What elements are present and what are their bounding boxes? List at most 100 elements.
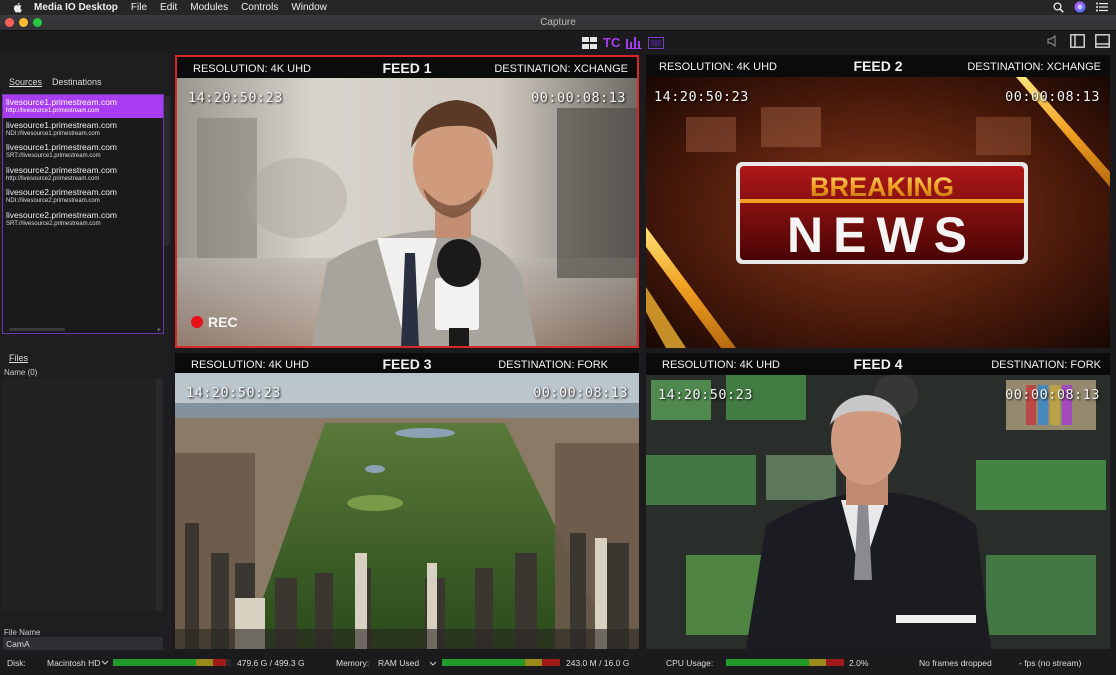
source-host: livesource1.primestream.com xyxy=(6,142,118,152)
source-url: SRT://livesource1.primestream.com xyxy=(6,153,101,159)
fps-status: - fps (no stream) xyxy=(1019,658,1082,668)
source-list-horizontal-scrollbar[interactable] xyxy=(9,328,65,331)
meter-segment xyxy=(442,659,525,666)
source-host: livesource1.primestream.com xyxy=(6,97,118,107)
source-item[interactable]: livesource2.primestream.com SRT://liveso… xyxy=(3,208,163,231)
source-list: livesource1.primestream.com http://lives… xyxy=(2,94,164,334)
meter-segment xyxy=(195,659,214,666)
zoom-window-button[interactable] xyxy=(33,18,42,27)
feed-destination: DESTINATION: XCHANGE xyxy=(967,61,1101,73)
source-url: SRT://livesource2.primestream.com xyxy=(6,220,101,227)
feed-timecode-right: 00:00:08:13 xyxy=(531,90,626,106)
feed-timecode-right: 00:00:08:13 xyxy=(1005,89,1100,105)
reporter-video-frame xyxy=(177,78,637,346)
menu-file[interactable]: File xyxy=(131,2,147,13)
menu-edit[interactable]: Edit xyxy=(160,2,177,13)
notification-center-icon[interactable] xyxy=(1096,2,1108,12)
feed-timecode-left: 14:20:50:23 xyxy=(658,387,753,403)
feed-4-panel[interactable]: RESOLUTION: 4K UHD FEED 4 DESTINATION: F… xyxy=(646,353,1110,649)
cpu-usage-meter xyxy=(726,659,844,666)
source-host: livesource2.primestream.com xyxy=(6,187,118,197)
feed-timecode-right: 00:00:08:13 xyxy=(1005,387,1100,403)
source-host: livesource2.primestream.com xyxy=(6,209,118,220)
tab-destinations[interactable]: Destinations xyxy=(52,77,102,87)
window-title: Capture xyxy=(540,17,576,28)
add-source-icon[interactable]: + xyxy=(157,327,161,334)
siri-icon[interactable] xyxy=(1074,1,1086,13)
feed-destination: DESTINATION: FORK xyxy=(498,359,608,371)
toggle-sidebar-icon[interactable] xyxy=(1070,34,1085,48)
feed-timecode-left: 14:20:50:23 xyxy=(188,90,283,106)
disk-volume-select[interactable]: Macintosh HD xyxy=(47,658,109,668)
source-host: livesource2.primestream.com xyxy=(6,164,118,175)
audio-levels-icon[interactable] xyxy=(626,36,643,49)
source-item[interactable]: livesource1.primestream.com http://lives… xyxy=(3,95,163,118)
minimize-window-button[interactable] xyxy=(19,18,28,27)
feed-1-panel[interactable]: RESOLUTION: 4K UHD FEED 1 DESTINATION: X… xyxy=(175,55,639,348)
feed-destination: DESTINATION: FORK xyxy=(991,359,1101,371)
source-host: livesource1.primestream.com xyxy=(6,119,118,130)
window-title-bar: Capture xyxy=(0,15,1116,31)
toggle-bottom-panel-icon[interactable] xyxy=(1095,34,1110,48)
memory-chevron-down-icon[interactable] xyxy=(429,661,437,667)
disk-label: Disk: xyxy=(7,658,26,668)
app-window: Media IO Desktop File Edit Modules Contr… xyxy=(0,0,1116,675)
grid-view-icon[interactable] xyxy=(582,36,597,49)
frames-dropped-status: No frames dropped xyxy=(919,658,992,668)
meter-segment xyxy=(726,659,809,666)
source-item[interactable]: livesource1.primestream.com SRT://liveso… xyxy=(3,140,163,163)
source-url: NDI://livesource2.primestream.com xyxy=(6,198,100,204)
disk-usage-meter xyxy=(113,659,231,666)
source-item[interactable]: livesource2.primestream.com http://lives… xyxy=(3,163,163,186)
status-bar: Disk: Macintosh HD 479.6 G / 499.3 G Mem… xyxy=(0,653,1116,675)
cpu-label: CPU Usage: xyxy=(666,658,714,668)
tab-sources[interactable]: Sources xyxy=(9,77,42,87)
feed-3-video: 14:20:50:23 00:00:08:13 xyxy=(175,373,639,649)
close-window-button[interactable] xyxy=(5,18,14,27)
chevron-down-icon xyxy=(102,660,109,665)
source-url: http://livesource2.primestream.com xyxy=(6,175,100,182)
safe-area-icon[interactable] xyxy=(648,36,665,49)
memory-usage-meter xyxy=(442,659,560,666)
files-scrollbar[interactable] xyxy=(156,379,162,611)
file-name-input[interactable] xyxy=(3,637,163,650)
memory-type-label: RAM Used xyxy=(378,658,420,668)
banner-bottom-text: NEWS xyxy=(787,207,977,263)
menu-window[interactable]: Window xyxy=(291,2,327,13)
feed-3-panel[interactable]: RESOLUTION: 4K UHD FEED 3 DESTINATION: F… xyxy=(175,353,639,649)
feed-1-video: 14:20:50:23 00:00:08:13 REC xyxy=(177,78,637,346)
meter-segment xyxy=(213,659,227,666)
feed-timecode-left: 14:20:50:23 xyxy=(654,89,749,105)
city-park-video-frame xyxy=(175,373,639,649)
meter-segment xyxy=(524,659,543,666)
menu-bar: Media IO Desktop File Edit Modules Contr… xyxy=(0,0,1116,15)
feed-timecode-left: 14:20:50:23 xyxy=(186,385,281,401)
source-url: http://livesource1.primestream.com xyxy=(6,108,100,114)
source-item[interactable]: livesource2.primestream.com NDI://liveso… xyxy=(3,185,163,208)
source-list-vertical-scrollbar[interactable] xyxy=(164,96,170,246)
files-header[interactable]: Files xyxy=(9,353,28,363)
file-name-label: File Name xyxy=(4,628,41,637)
feed-2-panel[interactable]: RESOLUTION: 4K UHD FEED 2 DESTINATION: X… xyxy=(646,55,1110,348)
menu-controls[interactable]: Controls xyxy=(241,2,278,13)
banner-top-text: BREAKING xyxy=(810,172,954,202)
app-name-menu[interactable]: Media IO Desktop xyxy=(34,2,118,13)
apple-menu-icon[interactable] xyxy=(11,2,25,13)
sidebar: Sources Destinations livesource1.primest… xyxy=(0,53,172,653)
capture-toolbar: TC xyxy=(0,31,1116,53)
source-item[interactable]: livesource1.primestream.com NDI://liveso… xyxy=(3,118,163,141)
spotlight-search-icon[interactable] xyxy=(1053,1,1064,13)
source-url: NDI://livesource1.primestream.com xyxy=(6,130,100,137)
menu-modules[interactable]: Modules xyxy=(190,2,228,13)
feed-timecode-right: 00:00:08:13 xyxy=(533,385,628,401)
timecode-toggle-button[interactable]: TC xyxy=(603,35,620,50)
disk-volume-value: Macintosh HD xyxy=(47,658,101,668)
cpu-usage-value: 2.0% xyxy=(849,658,869,668)
files-name-column[interactable]: Name (0) xyxy=(4,368,37,377)
feed-destination: DESTINATION: XCHANGE xyxy=(494,63,628,75)
speaker-icon[interactable] xyxy=(1046,34,1060,48)
memory-usage-value: 243.0 M / 16.0 G xyxy=(566,658,630,668)
feed-2-video: BREAKING NEWS 14:20:50:23 00:00:08:13 xyxy=(646,77,1110,348)
recording-indicator: REC xyxy=(191,314,238,330)
meter-segment xyxy=(113,659,196,666)
